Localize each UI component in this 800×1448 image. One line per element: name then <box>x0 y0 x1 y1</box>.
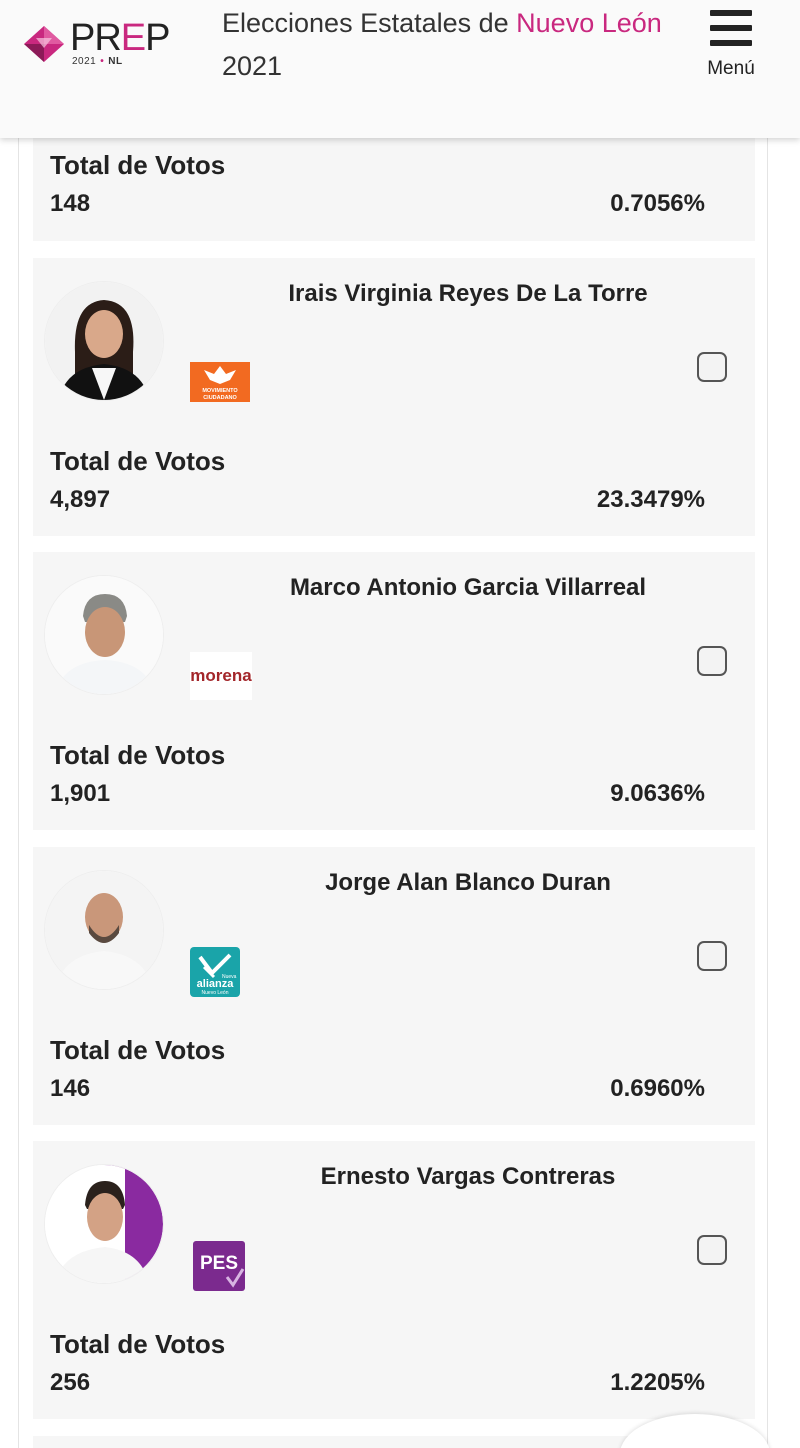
candidate-name: Jorge Alan Blanco Duran <box>325 869 611 896</box>
prep-logo-mark-icon <box>24 26 64 62</box>
prep-results-page: PREP 2021 • NL Elecciones Estatales de Nue… <box>0 0 800 1448</box>
select-candidate-checkbox[interactable] <box>697 1235 727 1265</box>
votes-value: 256 <box>50 1369 91 1396</box>
votes-value: 4,897 <box>50 486 111 513</box>
logo-wordmark: PREP <box>70 17 171 59</box>
morena-logo: morena <box>190 652 252 700</box>
svg-text:MOVIMIENTO: MOVIMIENTO <box>202 388 238 394</box>
votes-value: 1,901 <box>50 780 111 807</box>
candidate-card: morena Marco Antonio Garcia Villarreal T… <box>33 552 755 830</box>
logo-subtitle: 2021 • NL <box>72 56 123 67</box>
candidate-name: Marco Antonio Garcia Villarreal <box>289 574 647 601</box>
svg-text:CIUDADANO: CIUDADANO <box>203 395 237 401</box>
candidate-card: MOVIMIENTO CIUDADANO Irais Virginia Reye… <box>33 258 755 536</box>
votes-label: Total de Votos <box>50 150 226 180</box>
candidate-photo <box>45 1165 163 1283</box>
select-candidate-checkbox[interactable] <box>697 352 727 382</box>
candidate-name: Irais Virginia Reyes De La Torre <box>288 280 648 307</box>
votes-percent: 9.0636% <box>610 780 705 807</box>
menu-button[interactable]: Menú <box>700 8 762 84</box>
votes-percent: 1.2205% <box>610 1369 705 1396</box>
votes-value: 148 <box>50 190 91 217</box>
menu-label: Menú <box>707 58 755 79</box>
votes-label: Total de Votos <box>50 1329 226 1359</box>
votes-percent: 23.3479% <box>596 486 705 513</box>
votes-label: Total de Votos <box>50 1035 226 1065</box>
select-candidate-checkbox[interactable] <box>697 646 727 676</box>
candidate-card-partial: Total de Votos 148 0.7056% <box>33 138 755 241</box>
candidate-name: Ernesto Vargas Contreras <box>320 1163 616 1190</box>
candidate-photo <box>45 576 163 694</box>
votes-percent: 0.6960% <box>610 1075 705 1102</box>
votes-value: 146 <box>50 1075 91 1102</box>
candidate-card: PES Ernesto Vargas Contreras Total de Vo… <box>33 1141 755 1419</box>
votes-label: Total de Votos <box>50 446 226 476</box>
select-candidate-checkbox[interactable] <box>697 941 727 971</box>
pes-logo: PES <box>193 1241 245 1291</box>
votes-percent: 0.7056% <box>610 190 705 217</box>
movimiento-ciudadano-logo: MOVIMIENTO CIUDADANO <box>190 362 250 402</box>
votes-label: Total de Votos <box>50 740 226 770</box>
candidate-photo <box>45 282 163 400</box>
nueva-alianza-logo: Nueva alianza Nuevo León <box>190 947 240 997</box>
candidate-card: Nueva alianza Nuevo León Jorge Alan Blan… <box>33 847 755 1125</box>
candidate-photo <box>45 871 163 989</box>
top-header: PREP 2021 • NL Elecciones Estatales de Nue… <box>0 0 800 138</box>
page-title: Elecciones Estatales de Nuevo León 2021 <box>222 8 662 81</box>
prep-logo[interactable]: PREP 2021 • NL <box>22 18 182 72</box>
